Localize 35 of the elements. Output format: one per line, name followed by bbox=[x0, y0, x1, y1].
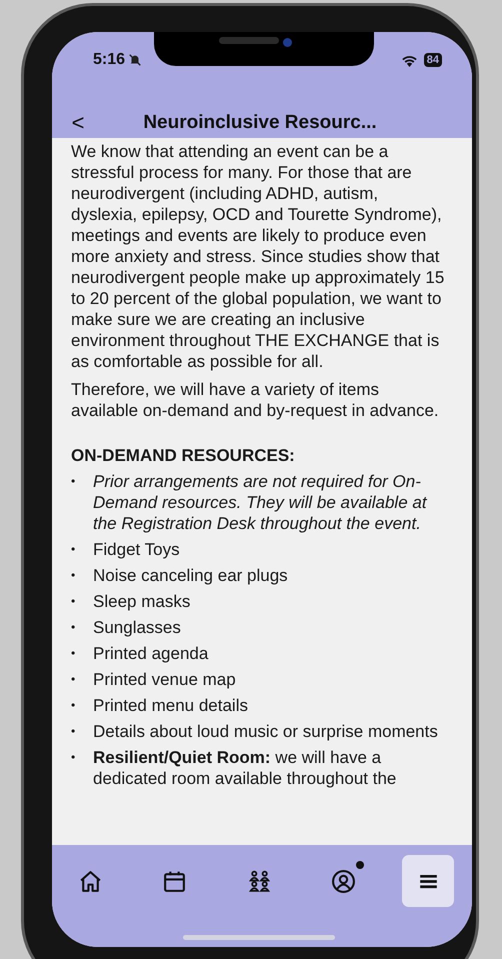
bullet-mark: • bbox=[71, 567, 76, 584]
bullet-mark: • bbox=[71, 749, 76, 766]
section-heading: ON-DEMAND RESOURCES: bbox=[71, 445, 296, 466]
page-title: Neuroinclusive Resourc... bbox=[142, 112, 378, 134]
bullet-mark: • bbox=[71, 593, 76, 610]
list-item-text: Noise canceling ear plugs bbox=[93, 565, 288, 586]
calendar-icon bbox=[162, 868, 187, 894]
home-icon bbox=[78, 868, 102, 894]
back-button[interactable]: < bbox=[68, 110, 88, 136]
bullet-mark: • bbox=[71, 723, 76, 740]
list-item-text: Resilient/Quiet Room: we will have a dedicated room available throughout the bbox=[93, 747, 398, 789]
list-item-text: Sunglasses bbox=[93, 617, 181, 638]
bullet-mark: • bbox=[71, 697, 76, 714]
notification-dot bbox=[356, 861, 364, 869]
list-item-text: Details about loud music or surprise moments bbox=[93, 721, 438, 742]
wifi-icon bbox=[400, 54, 418, 66]
bullet-mark: • bbox=[71, 671, 76, 688]
list-item-text: Printed agenda bbox=[93, 643, 208, 664]
bullet-mark: • bbox=[71, 473, 76, 490]
people-grid-icon bbox=[246, 868, 272, 894]
body-paragraph: We know that attending an event can be a stressful process for many. For those that are neurodivergent (including ADHD, autism, dyslexia, epilepsy, OCD and Tourette Syndrome), meetings and events are likely to produce even more anxiety and stress. Since studies show that neurodivergent people make up approximately 15 to 20 percent of the global population, we want to make sure we are creating an inclusive environment throughout THE EXCHANGE that is as comfortable as possible for all. bbox=[71, 141, 446, 372]
bullet-mark: • bbox=[71, 541, 76, 558]
list-item-text: Printed venue map bbox=[93, 669, 236, 690]
body-paragraph: Therefore, we will have a variety of items available on-demand and by-request in advance. bbox=[71, 379, 440, 421]
bell-muted-icon bbox=[128, 53, 142, 67]
list-item-text: Sleep masks bbox=[93, 591, 190, 612]
menu-tab[interactable] bbox=[402, 855, 454, 907]
profile-icon bbox=[331, 868, 356, 894]
bullet-mark: • bbox=[71, 619, 76, 636]
battery-indicator: 84 bbox=[424, 53, 442, 67]
list-item-text: Fidget Toys bbox=[93, 539, 180, 560]
status-time: 5:16 bbox=[93, 51, 126, 69]
list-item-text: Printed menu details bbox=[93, 695, 248, 716]
note-text: Prior arrangements are not required for On-Demand resources. They will be available at the Registration Desk throughout the event. bbox=[93, 471, 428, 534]
bullet-mark: • bbox=[71, 645, 76, 662]
